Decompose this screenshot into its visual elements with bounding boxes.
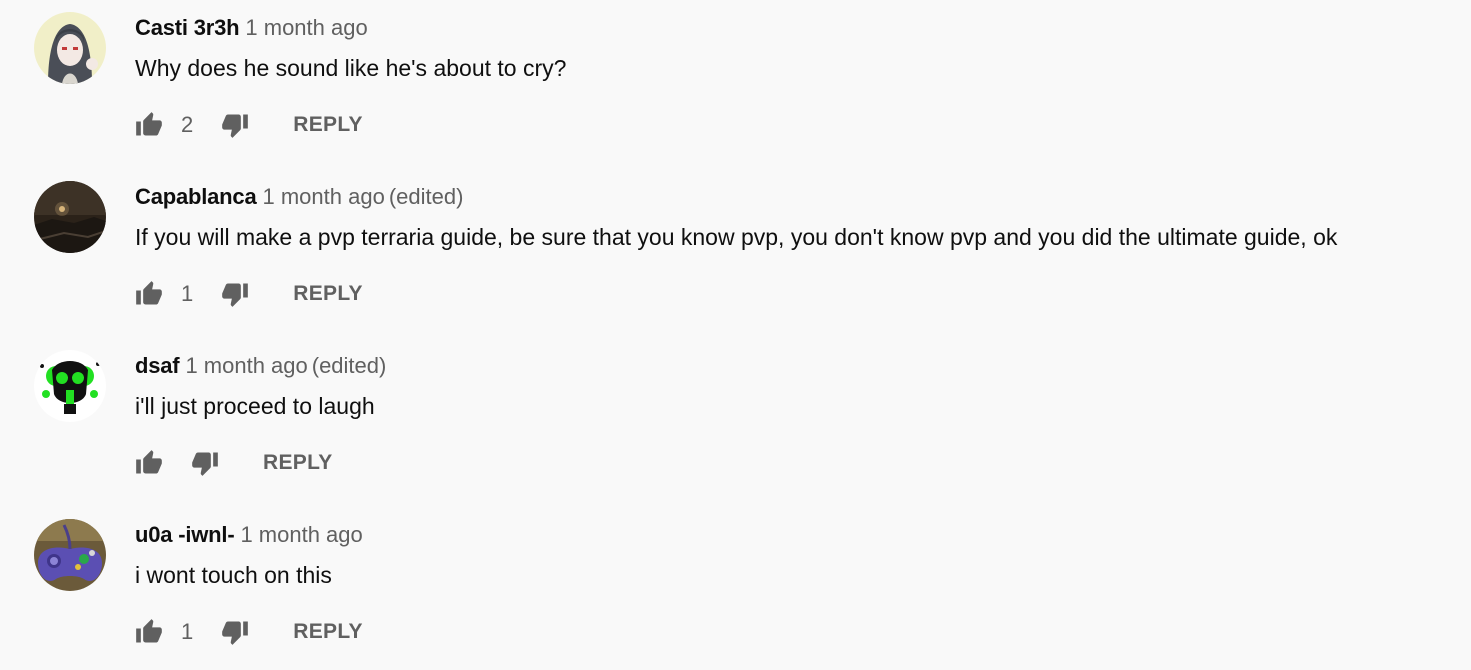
comment-header: u0a -iwnl- 1 month ago <box>135 522 363 548</box>
like-button[interactable] <box>135 618 163 646</box>
avatar[interactable] <box>34 181 106 253</box>
dislike-button[interactable] <box>191 449 219 477</box>
author-name[interactable]: dsaf <box>135 353 180 378</box>
gamecube-controller-avatar <box>34 519 106 591</box>
comment-item: u0a -iwnl- 1 month ago i wont touch on th… <box>0 507 1471 667</box>
author-name[interactable]: Capablanca <box>135 184 257 209</box>
dislike-button[interactable] <box>221 111 249 139</box>
avatar[interactable] <box>34 12 106 84</box>
like-button[interactable] <box>135 449 163 477</box>
comment-text: i wont touch on this <box>135 562 332 588</box>
author-name[interactable]: u0a -iwnl- <box>135 522 235 547</box>
comment-text: i'll just proceed to laugh <box>135 393 375 419</box>
like-count: 1 <box>181 619 194 644</box>
comment-actions: 2 REPLY <box>135 110 363 140</box>
thumbs-down-icon <box>222 621 249 645</box>
comment-item: Capablanca 1 month ago (edited) If you wil… <box>0 169 1471 329</box>
comment-time[interactable]: 1 month ago <box>263 184 385 209</box>
anime-girl-avatar <box>34 12 106 84</box>
comment-header: Casti 3r3h 1 month ago <box>135 15 368 41</box>
comment-actions: 1 REPLY <box>135 279 363 309</box>
author-name[interactable]: Casti 3r3h <box>135 15 240 40</box>
comment-time[interactable]: 1 month ago <box>245 15 367 40</box>
thumbs-up-icon <box>136 450 162 474</box>
reply-button[interactable]: REPLY <box>293 113 363 137</box>
comment-item: Casti 3r3h 1 month ago Why does he sound … <box>0 0 1471 160</box>
comment-header: dsaf 1 month ago (edited) <box>135 353 386 379</box>
night-landscape-avatar <box>34 181 106 253</box>
like-count: 1 <box>181 281 194 306</box>
edited-label: (edited) <box>311 353 387 378</box>
dislike-button[interactable] <box>221 280 249 308</box>
like-count: 2 <box>181 112 194 137</box>
edited-label: (edited) <box>388 184 464 209</box>
like-button[interactable] <box>135 111 163 139</box>
thumbs-up-icon <box>136 619 162 643</box>
reply-button[interactable]: REPLY <box>263 451 333 475</box>
avatar[interactable] <box>34 519 106 591</box>
comment-header: Capablanca 1 month ago (edited) <box>135 184 463 210</box>
comment-time[interactable]: 1 month ago <box>185 353 307 378</box>
avatar[interactable] <box>34 350 106 422</box>
comment-actions: REPLY <box>135 448 333 478</box>
thumbs-up-icon <box>136 281 162 305</box>
comment-time[interactable]: 1 month ago <box>240 522 362 547</box>
thumbs-down-icon <box>222 114 249 138</box>
gas-mask-avatar <box>34 350 106 422</box>
comment-text: Why does he sound like he's about to cry… <box>135 55 567 81</box>
comment-text: If you will make a pvp terraria guide, b… <box>135 224 1338 250</box>
thumbs-down-icon <box>222 283 249 307</box>
thumbs-up-icon <box>136 112 162 136</box>
thumbs-down-icon <box>192 452 218 476</box>
reply-button[interactable]: REPLY <box>293 620 363 644</box>
comment-item: dsaf 1 month ago (edited) i'll just procee… <box>0 338 1471 498</box>
comment-actions: 1 REPLY <box>135 617 363 647</box>
reply-button[interactable]: REPLY <box>293 282 363 306</box>
like-button[interactable] <box>135 280 163 308</box>
dislike-button[interactable] <box>221 618 249 646</box>
